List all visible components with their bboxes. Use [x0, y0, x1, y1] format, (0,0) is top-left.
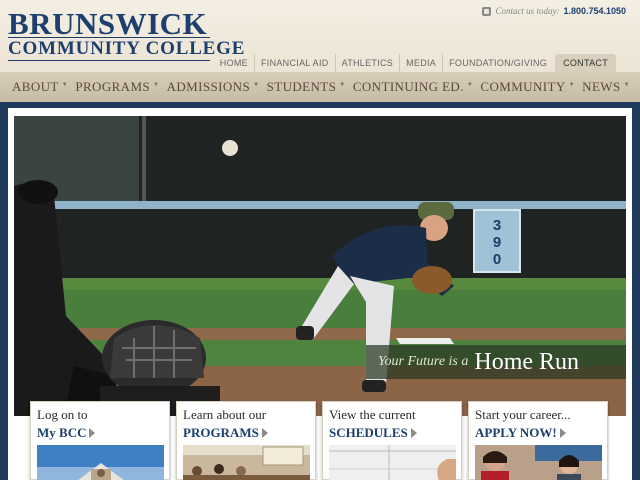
tagline-small: Your Future is a — [378, 354, 469, 369]
distance-sign: 3 9 0 — [473, 209, 521, 273]
nav-about[interactable]: ABOUT ▼ — [12, 79, 68, 95]
arrow-right-icon — [89, 428, 96, 438]
arrow-right-icon — [410, 428, 417, 438]
topnav-media[interactable]: MEDIA — [399, 54, 442, 72]
nav-continuing-ed[interactable]: CONTINUING ED. ▼ — [353, 79, 473, 95]
contact-phone[interactable]: 1.800.754.1050 — [563, 6, 626, 16]
caret-down-icon: ▼ — [466, 82, 474, 88]
nav-news[interactable]: NEWS ▼ — [582, 79, 630, 95]
card-link-schedules[interactable]: SCHEDULES — [329, 425, 417, 441]
card-link-programs[interactable]: PROGRAMS — [183, 425, 268, 441]
card-link-label: PROGRAMS — [183, 425, 259, 440]
topnav-financial-aid[interactable]: FINANCIAL AID — [253, 54, 335, 72]
sign-digit-3: 0 — [493, 251, 501, 268]
nav-news-label: NEWS — [582, 79, 621, 94]
logo-rule — [8, 60, 210, 61]
tagline-big: Home Run — [474, 348, 580, 375]
nav-students-label: STUDENTS — [266, 79, 337, 94]
topnav-athletics[interactable]: ATHLETICS — [334, 54, 400, 72]
calendar-photo[interactable] — [329, 445, 456, 480]
nav-about-label: ABOUT — [12, 79, 59, 94]
card-line1: View the current — [329, 407, 416, 422]
caret-down-icon: ▼ — [61, 82, 69, 88]
arrow-right-icon — [559, 428, 566, 438]
card-link-label: SCHEDULES — [329, 425, 408, 440]
classroom-photo[interactable] — [183, 445, 310, 480]
hero-tagline: Your Future is a Home Run — [366, 345, 626, 379]
card-line1: Start your career... — [475, 407, 571, 422]
card-link-my-bcc[interactable]: My BCC — [37, 425, 96, 441]
card-link-apply-now[interactable]: APPLY NOW! — [475, 425, 566, 441]
contact-label: Contact us today: — [495, 6, 560, 16]
sign-digit-2: 9 — [493, 234, 501, 251]
nav-admissions-label: ADMISSIONS — [166, 79, 251, 94]
students-photo[interactable] — [475, 445, 602, 480]
nav-continuing-ed-label: CONTINUING ED. — [352, 79, 464, 94]
caret-down-icon: ▼ — [153, 82, 160, 88]
topnav-home[interactable]: HOME — [214, 54, 254, 72]
caret-down-icon: ▼ — [253, 82, 260, 88]
phone-icon — [482, 6, 492, 16]
sign-digit-1: 3 — [493, 217, 501, 234]
campus-building-photo[interactable] — [37, 445, 164, 480]
card-line1: Log on to — [37, 407, 88, 422]
topnav-contact[interactable]: CONTACT — [555, 54, 616, 72]
card-line1: Learn about our — [183, 407, 267, 422]
site-header: BRUNSWICK COMMUNITY COLLEGE Contact us t… — [0, 0, 640, 72]
nav-admissions[interactable]: ADMISSIONS ▼ — [167, 79, 260, 95]
nav-students[interactable]: STUDENTS ▼ — [267, 79, 346, 95]
nav-programs-label: PROGRAMS — [75, 79, 151, 94]
card-apply-now[interactable]: Start your career... APPLY NOW! — [468, 401, 608, 480]
topnav-foundation-giving[interactable]: FOUNDATION/GIVING — [442, 54, 553, 72]
caret-down-icon: ▼ — [339, 82, 346, 88]
arrow-right-icon — [261, 428, 268, 438]
top-navigation: HOME FINANCIAL AID ATHLETICS MEDIA FOUND… — [214, 54, 616, 72]
nav-community[interactable]: COMMUNITY ▼ — [480, 79, 575, 95]
card-link-label: APPLY NOW! — [475, 425, 557, 440]
nav-programs[interactable]: PROGRAMS ▼ — [75, 79, 159, 95]
card-my-bcc[interactable]: Log on to My BCC — [30, 401, 170, 480]
nav-community-label: COMMUNITY — [480, 79, 566, 94]
caret-down-icon: ▼ — [568, 82, 575, 88]
main-navigation: ABOUT ▼ PROGRAMS ▼ ADMISSIONS ▼ STUDENTS ▼ C… — [0, 72, 640, 105]
card-programs[interactable]: Learn about our PROGRAMS — [176, 401, 316, 480]
card-link-label: My BCC — [37, 425, 87, 440]
contact-info: Contact us today: 1.800.754.1050 — [482, 6, 626, 16]
card-schedules[interactable]: View the current SCHEDULES — [322, 401, 462, 480]
caret-down-icon: ▼ — [623, 82, 630, 88]
logo-community-college[interactable]: COMMUNITY COLLEGE — [8, 38, 245, 60]
